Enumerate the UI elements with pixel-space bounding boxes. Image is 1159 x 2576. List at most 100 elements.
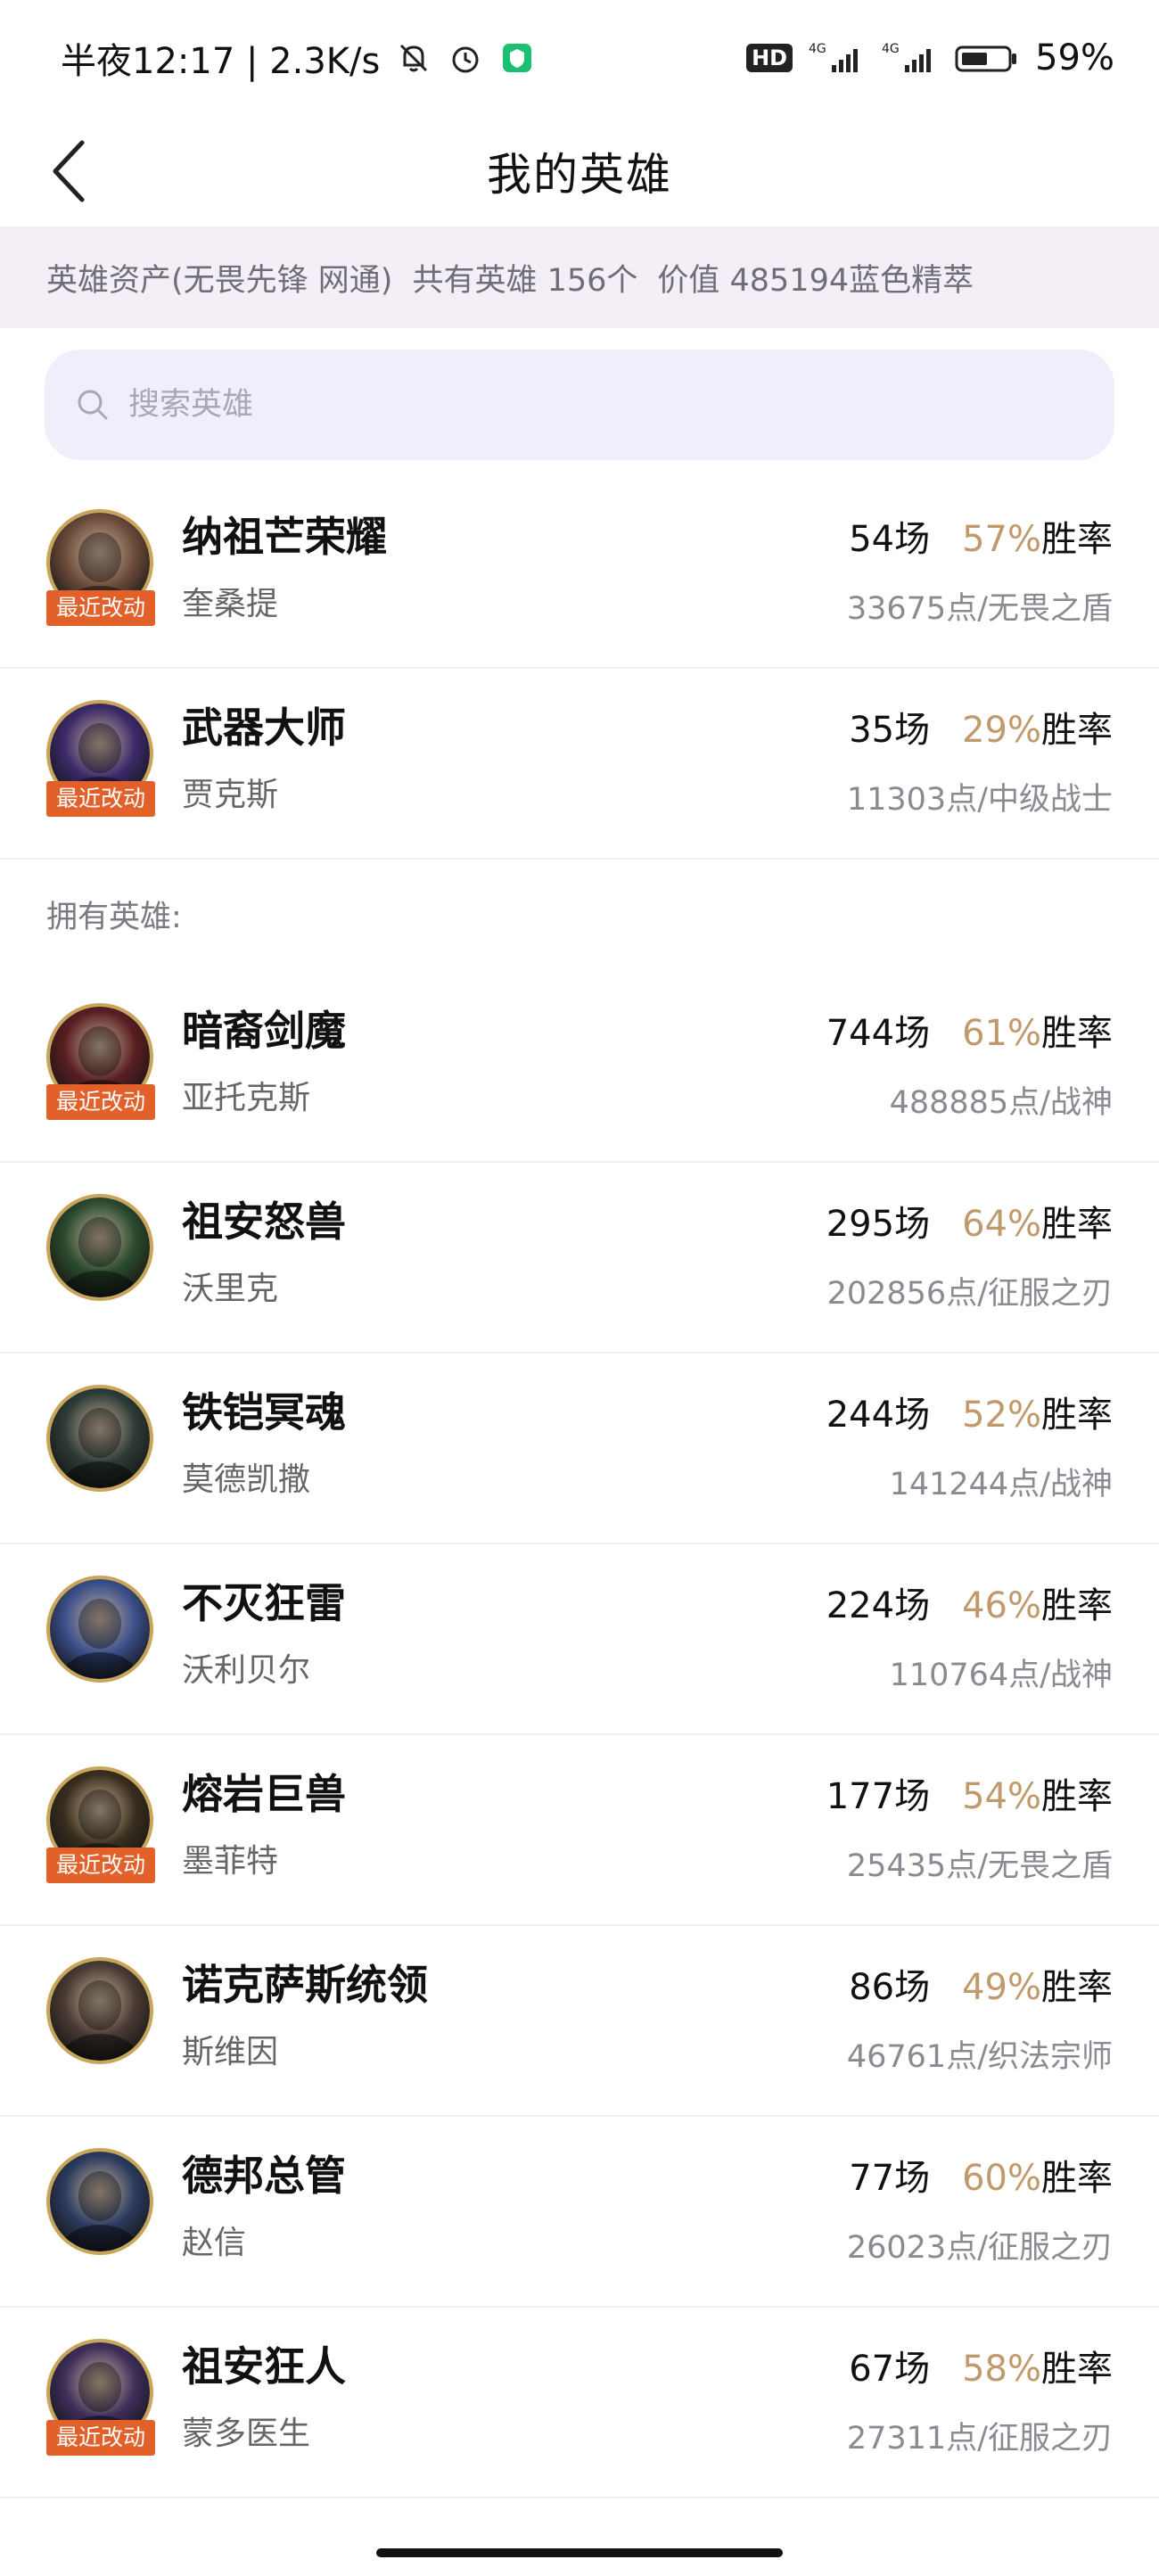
games-count: 295场	[826, 1204, 931, 1245]
recent-change-badge: 最近改动	[46, 2420, 155, 2456]
asset-value: 价值 485194蓝色精萃	[657, 262, 974, 299]
back-button[interactable]	[34, 136, 105, 207]
mastery-points: 25435点/无畏之盾	[846, 1848, 1113, 1884]
games-count: 177场	[826, 1776, 931, 1817]
games-count: 77场	[849, 2158, 931, 2199]
mastery-points: 141244点/战神	[889, 1467, 1113, 1502]
hero-row[interactable]: 德邦总管赵信 77场 60% 胜率 26023点/征服之刃	[0, 2117, 1159, 2308]
champion-name: 斯维因	[182, 2034, 279, 2070]
hero-name: 德邦总管	[182, 2152, 346, 2200]
hero-stats: 77场 60% 胜率	[849, 2149, 1113, 2201]
hero-row[interactable]: 最近改动 祖安狂人 蒙多医生 67场 58% 胜率 27311点/征服之刃	[0, 2308, 1159, 2498]
search-icon	[78, 390, 108, 420]
recent-change-badge: 最近改动	[46, 1848, 155, 1883]
win-rate-value: 61%	[962, 1013, 1041, 1054]
recent-change-badge: 最近改动	[46, 781, 155, 817]
hero-name: 铁铠冥魂	[182, 1388, 346, 1436]
hero-avatar	[46, 1957, 153, 2064]
hero-avatar	[46, 2148, 153, 2255]
hero-count: 共有英雄 156个	[412, 262, 638, 299]
status-bar: 半夜12:17 | 2.3K/s HD 4G 4G 59%	[0, 0, 1159, 116]
status-right: HD 4G 4G 59%	[746, 37, 1114, 78]
games-count: 35场	[849, 710, 931, 751]
champion-name: 沃里克	[182, 1271, 279, 1307]
champion-name: 赵信	[182, 2225, 247, 2261]
hero-name: 诺克萨斯统领	[182, 1961, 428, 2009]
battery-icon	[955, 40, 1019, 76]
hero-name: 熔岩巨兽	[182, 1770, 346, 1818]
svg-text:4G: 4G	[809, 42, 826, 56]
svg-text:4G: 4G	[882, 42, 900, 56]
hero-avatar	[46, 1194, 153, 1301]
win-rate-label: 胜率	[1041, 1776, 1113, 1817]
win-rate-label: 胜率	[1041, 1395, 1113, 1436]
mastery-points: 110764点/战神	[889, 1658, 1113, 1693]
win-rate-value: 64%	[962, 1204, 1041, 1245]
hero-stats: 177场 54% 胜率	[826, 1767, 1113, 1819]
win-rate-value: 52%	[962, 1395, 1041, 1436]
champion-name: 莫德凯撒	[182, 1461, 311, 1498]
games-count: 54场	[849, 519, 931, 560]
hero-stats: 35场 29% 胜率	[849, 701, 1113, 753]
hero-row[interactable]: 诺克萨斯统领 斯维因 86场 49% 胜率 46761点/织法宗师	[0, 1926, 1159, 2117]
hero-row[interactable]: 不灭狂雷 沃利贝尔 224场 46% 胜率 110764点/战神	[0, 1544, 1159, 1735]
alarm-icon	[448, 40, 483, 76]
mastery-points: 11303点/中级战士	[846, 782, 1113, 818]
asset-label: 英雄资产(无畏先锋 网通)	[46, 262, 393, 299]
hero-stats: 295场 64% 胜率	[826, 1195, 1113, 1247]
hero-row[interactable]: 铁铠冥魂莫德凯撒 244场 52% 胜率 141244点/战神	[0, 1354, 1159, 1544]
hero-row[interactable]: 祖安怒兽 沃里克 295场 64% 胜率 202856点/征服之刃	[0, 1163, 1159, 1354]
hero-stats: 67场 58% 胜率	[849, 2340, 1113, 2391]
hero-row[interactable]: 最近改动 纳祖芒荣耀 奎桑提 54场 57% 胜率 33675点/无畏之盾	[0, 478, 1159, 669]
search-input[interactable]	[127, 386, 1022, 424]
recent-change-badge: 最近改动	[46, 590, 155, 626]
recent-change-badge: 最近改动	[46, 1084, 155, 1120]
hero-stats: 224场 46% 胜率	[826, 1576, 1113, 1628]
win-rate-label: 胜率	[1041, 519, 1113, 560]
win-rate-label: 胜率	[1041, 1585, 1113, 1626]
win-rate-label: 胜率	[1041, 2349, 1113, 2390]
page-title: 我的英雄	[487, 149, 672, 201]
champion-name: 蒙多医生	[182, 2416, 311, 2452]
mastery-points: 488885点/战神	[889, 1085, 1113, 1121]
win-rate-value: 46%	[962, 1585, 1041, 1626]
chevron-left-icon	[53, 140, 85, 202]
search-box[interactable]	[45, 350, 1114, 460]
hero-avatar	[46, 1576, 153, 1683]
mastery-points: 27311点/征服之刃	[846, 2421, 1113, 2457]
games-count: 244场	[826, 1395, 931, 1436]
status-left: 半夜12:17 | 2.3K/s	[61, 32, 535, 84]
win-rate-value: 57%	[962, 519, 1041, 560]
home-indicator[interactable]	[376, 2548, 783, 2557]
win-rate-label: 胜率	[1041, 2158, 1113, 2199]
signal-icon: 4G	[809, 40, 866, 76]
champion-name: 沃利贝尔	[182, 1652, 311, 1689]
hero-name: 武器大师	[182, 704, 346, 752]
hd-badge: HD	[746, 44, 793, 72]
hero-stats: 86场 49% 胜率	[849, 1958, 1113, 2010]
hero-stats: 244场 52% 胜率	[826, 1386, 1113, 1437]
win-rate-label: 胜率	[1041, 1967, 1113, 2008]
win-rate-label: 胜率	[1041, 1204, 1113, 1245]
hero-row[interactable]: 最近改动 武器大师贾克斯 35场 29% 胜率 11303点/中级战士	[0, 669, 1159, 860]
win-rate-label: 胜率	[1041, 710, 1113, 751]
asset-summary-bar: 英雄资产(无畏先锋 网通) 共有英雄 156个 价值 485194蓝色精萃	[0, 226, 1159, 328]
mastery-points: 202856点/征服之刃	[826, 1276, 1113, 1312]
bell-muted-icon	[396, 40, 432, 76]
win-rate-value: 58%	[962, 2349, 1041, 2390]
games-count: 67场	[849, 2349, 931, 2390]
hero-avatar	[46, 1385, 153, 1492]
hero-stats: 744场 61% 胜率	[826, 1004, 1113, 1056]
mastery-points: 26023点/征服之刃	[846, 2230, 1113, 2266]
status-time: 半夜12:17 | 2.3K/s	[61, 41, 381, 82]
champion-name: 贾克斯	[182, 777, 279, 813]
battery-percent: 59%	[1035, 37, 1114, 78]
win-rate-value: 60%	[962, 2158, 1041, 2199]
hero-row[interactable]: 最近改动 熔岩巨兽 墨菲特 177场 54% 胜率 25435点/无畏之盾	[0, 1735, 1159, 1926]
games-count: 744场	[826, 1013, 931, 1054]
signal-icon-2: 4G	[882, 40, 939, 76]
win-rate-value: 49%	[962, 1967, 1041, 2008]
champion-name: 奎桑提	[182, 586, 279, 622]
mastery-points: 33675点/无畏之盾	[846, 591, 1113, 627]
hero-row[interactable]: 最近改动 暗裔剑魔 亚托克斯 744场 61% 胜率 488885点/战神	[0, 972, 1159, 1163]
